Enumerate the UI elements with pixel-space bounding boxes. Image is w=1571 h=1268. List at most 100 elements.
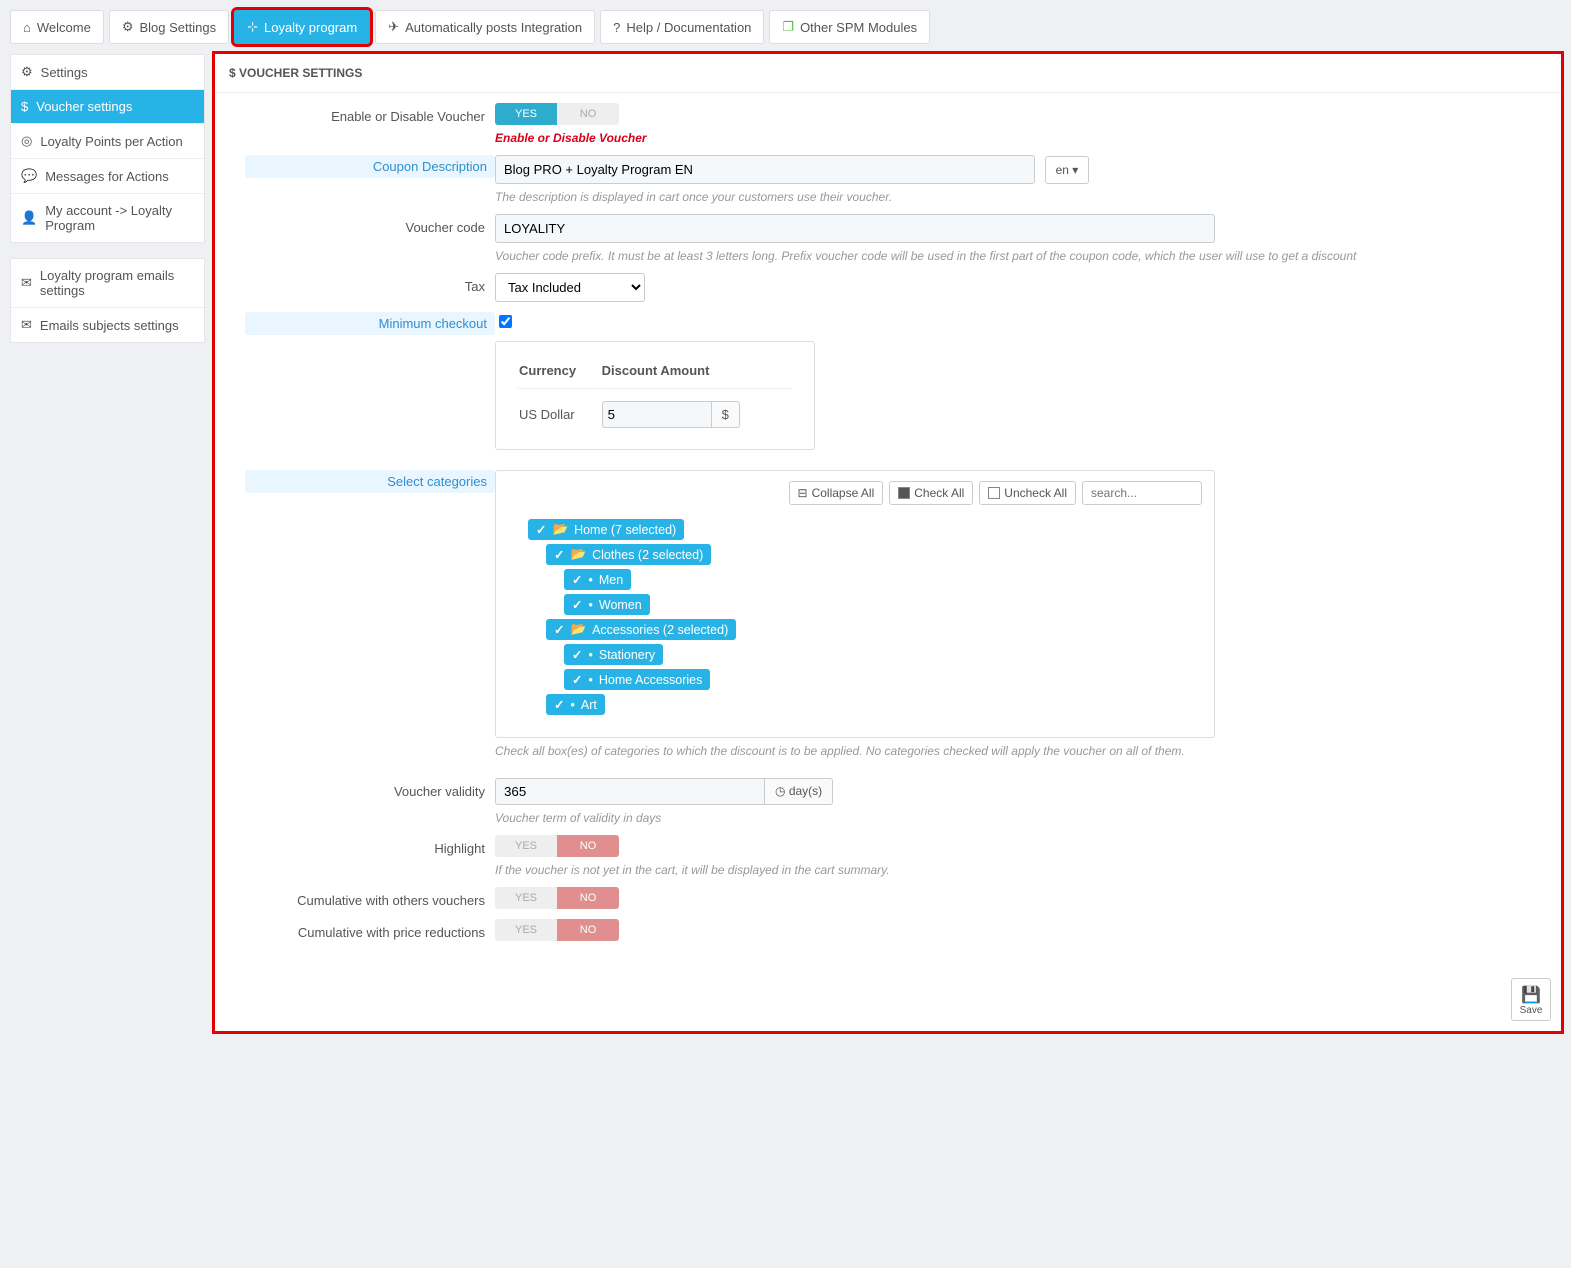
minimum-checkout-checkbox[interactable] (499, 315, 512, 328)
target-icon: ◎ (21, 133, 32, 149)
check-icon: ✓ (572, 572, 582, 587)
discount-amount-header: Discount Amount (601, 362, 792, 389)
highlight-yes-option[interactable]: YES (495, 835, 557, 857)
currency-name: US Dollar (518, 391, 599, 429)
category-node[interactable]: ✓•Stationery (564, 644, 663, 665)
sitemap-icon: ⊹ (247, 19, 258, 35)
language-selector-button[interactable]: en ▾ (1045, 156, 1090, 184)
select-categories-label: Select categories (245, 470, 495, 493)
folder-open-icon: 📂 (552, 522, 568, 537)
dot-icon: • (588, 673, 592, 687)
voucher-code-label: Voucher code (245, 214, 495, 235)
help-icon: ? (613, 20, 620, 35)
tab-help-documentation[interactable]: ? Help / Documentation (600, 10, 764, 44)
user-icon: 👤 (21, 210, 37, 226)
gears-icon: ⚙ (122, 19, 134, 35)
sidebar-item-label: My account -> Loyalty Program (45, 203, 194, 233)
tab-label: Loyalty program (264, 20, 357, 35)
checked-box-icon (898, 487, 910, 499)
validity-unit: ◷ day(s) (765, 778, 833, 805)
category-node[interactable]: ✓📂Home (7 selected) (528, 519, 684, 540)
sidebar: ⚙ Settings $Voucher settings◎Loyalty Point… (10, 54, 205, 358)
tax-select[interactable]: Tax Included (495, 273, 645, 302)
enable-voucher-hint: Enable or Disable Voucher (495, 131, 1531, 145)
uncheck-all-button[interactable]: Uncheck All (979, 481, 1076, 505)
category-search-input[interactable] (1082, 481, 1202, 505)
currency-header: Currency (518, 362, 599, 389)
dot-icon: • (588, 573, 592, 587)
sidebar-item-label: Emails subjects settings (40, 318, 179, 333)
voucher-code-hint: Voucher code prefix. It must be at least… (495, 249, 1531, 263)
highlight-no-option[interactable]: NO (557, 835, 619, 857)
collapse-icon: ⊟ (798, 486, 808, 500)
top-tabs: ⌂ Welcome ⚙ Blog Settings ⊹ Loyalty program ✈ A… (10, 10, 1561, 44)
cum1-no-option[interactable]: NO (557, 887, 619, 909)
tab-loyalty-program[interactable]: ⊹ Loyalty program (234, 10, 370, 44)
dot-icon: • (570, 698, 574, 712)
coupon-description-input[interactable] (495, 155, 1035, 184)
cum2-no-option[interactable]: NO (557, 919, 619, 941)
enable-no-option[interactable]: NO (557, 103, 619, 125)
mail-icon: ✉ (21, 317, 32, 333)
sidebar-item-voucher-settings[interactable]: $Voucher settings (11, 90, 204, 124)
cumulative-vouchers-toggle[interactable]: YES NO (495, 887, 619, 909)
check-icon: ✓ (572, 597, 582, 612)
cumulative-vouchers-label: Cumulative with others vouchers (245, 887, 495, 908)
sidebar-item-loyalty-points-per-action[interactable]: ◎Loyalty Points per Action (11, 124, 204, 159)
save-icon: 💾 (1512, 985, 1550, 1005)
check-all-button[interactable]: Check All (889, 481, 973, 505)
cum1-yes-option[interactable]: YES (495, 887, 557, 909)
save-button[interactable]: 💾 Save (1511, 978, 1551, 1021)
highlight-toggle[interactable]: YES NO (495, 835, 619, 857)
dot-icon: • (588, 648, 592, 662)
voucher-settings-panel: $ VOUCHER SETTINGS Enable or Disable Vou… (215, 54, 1561, 1031)
category-node[interactable]: ✓📂Accessories (2 selected) (546, 619, 736, 640)
category-node[interactable]: ✓📂Clothes (2 selected) (546, 544, 711, 565)
sidebar-item-settings[interactable]: ⚙ Settings (11, 55, 204, 90)
voucher-code-input[interactable] (495, 214, 1215, 243)
discount-amount-input[interactable] (602, 401, 712, 428)
home-icon: ⌂ (23, 20, 31, 35)
highlight-label: Highlight (245, 835, 495, 856)
panel-title: $ VOUCHER SETTINGS (215, 54, 1561, 93)
tab-label: Automatically posts Integration (405, 20, 582, 35)
category-node[interactable]: ✓•Home Accessories (564, 669, 710, 690)
tab-blog-settings[interactable]: ⚙ Blog Settings (109, 10, 229, 44)
cumulative-reductions-label: Cumulative with price reductions (245, 919, 495, 940)
sidebar-item-loyalty-program-emails-settings[interactable]: ✉Loyalty program emails settings (11, 259, 204, 308)
sidebar-item-label: Loyalty program emails settings (40, 268, 194, 298)
gears-icon: ⚙ (21, 64, 33, 80)
sidebar-item-messages-for-actions[interactable]: 💬Messages for Actions (11, 159, 204, 194)
tab-automatically-posts-integration[interactable]: ✈ Automatically posts Integration (375, 10, 595, 44)
cum2-yes-option[interactable]: YES (495, 919, 557, 941)
category-label: Women (599, 598, 642, 612)
category-node[interactable]: ✓•Women (564, 594, 650, 615)
category-node[interactable]: ✓•Men (564, 569, 631, 590)
check-icon: ✓ (536, 522, 546, 537)
check-icon: ✓ (554, 622, 564, 637)
sidebar-item-emails-subjects-settings[interactable]: ✉ Emails subjects settings (11, 308, 204, 342)
collapse-all-button[interactable]: ⊟Collapse All (789, 481, 884, 505)
send-icon: ✈ (388, 19, 399, 35)
currency-symbol: $ (712, 401, 740, 428)
folder-open-icon: 📂 (570, 622, 586, 637)
tab-welcome[interactable]: ⌂ Welcome (10, 10, 104, 44)
tab-other-spm-modules[interactable]: ❐ Other SPM Modules (769, 10, 930, 44)
enable-voucher-toggle[interactable]: YES NO (495, 103, 619, 125)
category-node[interactable]: ✓•Art (546, 694, 605, 715)
voucher-validity-input[interactable] (495, 778, 765, 805)
tab-label: Welcome (37, 20, 91, 35)
enable-yes-option[interactable]: YES (495, 103, 557, 125)
modules-icon: ❐ (782, 19, 794, 35)
sidebar-item-my-account-loyalty-program[interactable]: 👤 My account -> Loyalty Program (11, 194, 204, 242)
tab-label: Help / Documentation (626, 20, 751, 35)
coupon-description-label: Coupon Description (245, 155, 495, 178)
cumulative-reductions-toggle[interactable]: YES NO (495, 919, 619, 941)
sidebar-item-label: Settings (41, 65, 88, 80)
tab-label: Blog Settings (139, 20, 216, 35)
highlight-hint: If the voucher is not yet in the cart, i… (495, 863, 1531, 877)
category-tree: ✓📂Home (7 selected)✓📂Clothes (2 selected… (508, 517, 1202, 717)
coupon-description-hint: The description is displayed in cart onc… (495, 190, 1531, 204)
unchecked-box-icon (988, 487, 1000, 499)
tab-label: Other SPM Modules (800, 20, 917, 35)
